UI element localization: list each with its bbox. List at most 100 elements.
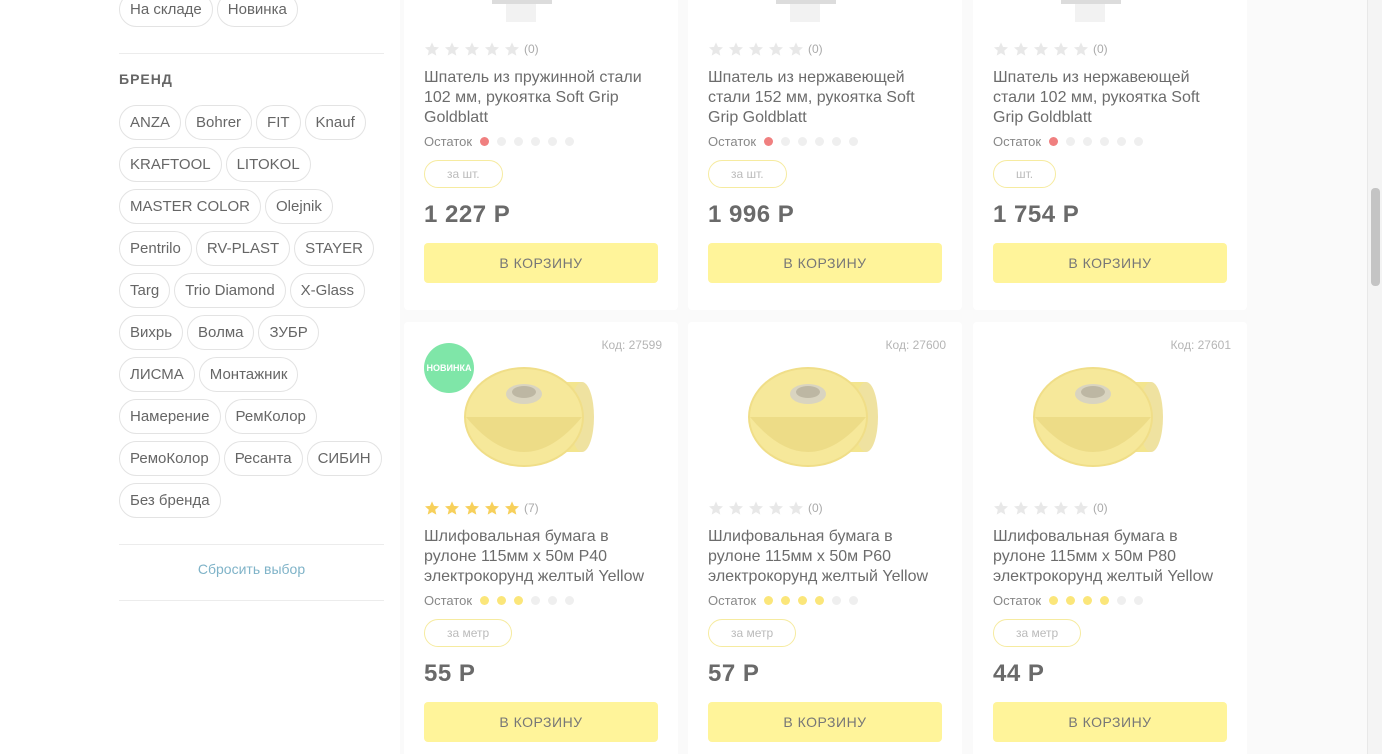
product-title[interactable]: Шлифовальная бумага в рулоне 115мм х 50м… (708, 527, 942, 587)
product-card[interactable]: (0) Шпатель из нержавеющей стали 152 мм, … (688, 0, 962, 310)
product-price: 44 Р (993, 660, 1045, 687)
product-title[interactable]: Шпатель из нержавеющей стали 152 мм, рук… (708, 68, 942, 128)
star-icon (993, 41, 1009, 57)
add-to-cart-button[interactable]: В КОРЗИНУ (993, 702, 1227, 742)
star-icon (993, 500, 1009, 516)
product-title[interactable]: Шлифовальная бумага в рулоне 115мм х 50м… (993, 527, 1227, 587)
stock-dot (514, 595, 524, 605)
brand-chip[interactable]: RV-PLAST (195, 231, 291, 266)
scrollbar-thumb[interactable] (1371, 188, 1380, 286)
brand-chip[interactable]: Trio Diamond (174, 273, 286, 308)
stock-label: Остаток (708, 592, 757, 608)
divider (119, 600, 384, 601)
brand-chip[interactable]: Волма (187, 315, 255, 350)
stock-dot (781, 136, 791, 146)
stock-dot (849, 136, 859, 146)
brand-chip[interactable]: KRAFTOOL (119, 147, 222, 182)
filter-in-stock-chip[interactable]: На складе (119, 0, 213, 27)
star-icon (444, 41, 460, 57)
brand-filter-list: ANZA Bohrer FIT Knauf KRAFTOOL LITOKOL MASTER … (119, 105, 389, 525)
product-title[interactable]: Шлифовальная бумага в рулоне 115мм х 50м… (424, 527, 658, 587)
unit-selector[interactable]: шт. (993, 160, 1057, 188)
brand-chip[interactable]: РемоКолор (119, 441, 220, 476)
brand-chip[interactable]: Без бренда (119, 483, 221, 518)
brand-chip[interactable]: Монтажник (198, 357, 299, 392)
star-icon (708, 41, 724, 57)
star-icon (748, 500, 764, 516)
add-to-cart-button[interactable]: В КОРЗИНУ (708, 243, 942, 283)
filter-sidebar: На складе Новинка БРЕНД ANZA Bohrer FIT Knau… (0, 0, 400, 754)
product-image[interactable] (454, 0, 604, 30)
page-scrollbar[interactable] (1367, 0, 1382, 754)
star-icon (708, 500, 724, 516)
star-icon (788, 500, 804, 516)
brand-chip[interactable]: X-Glass (289, 273, 366, 308)
product-image[interactable] (454, 342, 604, 492)
stock-dot (514, 136, 524, 146)
add-to-cart-button[interactable]: В КОРЗИНУ (424, 702, 658, 742)
brand-chip[interactable]: Olejnik (265, 189, 333, 224)
stock-dot (1100, 595, 1110, 605)
brand-chip[interactable]: ANZA (119, 105, 182, 140)
product-image[interactable] (1023, 342, 1173, 492)
unit-selector[interactable]: за метр (708, 619, 797, 647)
divider (119, 544, 384, 545)
brand-chip[interactable]: ЛИСМА (119, 357, 195, 392)
review-count: (0) (1093, 501, 1108, 515)
unit-selector[interactable]: за шт. (424, 160, 503, 188)
add-to-cart-button[interactable]: В КОРЗИНУ (993, 243, 1227, 283)
stock-label: Остаток (708, 133, 757, 149)
stock-dot (480, 595, 490, 605)
product-price: 1 754 Р (993, 201, 1080, 228)
stock-dot (1066, 595, 1076, 605)
brand-chip[interactable]: Knauf (304, 105, 366, 140)
brand-chip[interactable]: LITOKOL (225, 147, 311, 182)
star-icon (504, 500, 520, 516)
stock-dot (531, 136, 541, 146)
reset-filters-link[interactable]: Сбросить выбор (119, 561, 384, 577)
brand-chip[interactable]: FIT (256, 105, 301, 140)
brand-filter-title: БРЕНД (119, 71, 173, 87)
brand-chip[interactable]: Bohrer (185, 105, 253, 140)
rating-stars: (7) (424, 500, 539, 516)
brand-chip[interactable]: ЗУБР (258, 315, 319, 350)
brand-chip[interactable]: Targ (119, 273, 171, 308)
product-code: Код: 27599 (601, 338, 662, 352)
star-icon (484, 500, 500, 516)
add-to-cart-button[interactable]: В КОРЗИНУ (424, 243, 658, 283)
brand-chip[interactable]: STAYER (294, 231, 374, 266)
product-image[interactable] (738, 342, 888, 492)
brand-chip[interactable]: РемКолор (224, 399, 317, 434)
brand-chip[interactable]: MASTER COLOR (119, 189, 262, 224)
stock-indicator: Остаток (424, 592, 575, 608)
product-title[interactable]: Шпатель из нержавеющей стали 102 мм, рук… (993, 68, 1227, 128)
unit-selector[interactable]: за шт. (708, 160, 787, 188)
unit-selector[interactable]: за метр (424, 619, 513, 647)
stock-indicator: Остаток (993, 592, 1144, 608)
star-icon (1013, 500, 1029, 516)
star-icon (768, 41, 784, 57)
filter-new-chip[interactable]: Новинка (216, 0, 298, 27)
star-icon (1033, 41, 1049, 57)
brand-chip[interactable]: Ресанта (223, 441, 303, 476)
unit-selector[interactable]: за метр (993, 619, 1082, 647)
star-icon (788, 41, 804, 57)
product-card[interactable]: (0) Шпатель из пружинной стали 102 мм, ру… (404, 0, 678, 310)
product-card[interactable]: Код: 27600 (0) Шлифовальная бумага в рулон… (688, 322, 962, 754)
catalog-page: На складе Новинка БРЕНД ANZA Bohrer FIT Knau… (0, 0, 1382, 754)
product-image[interactable] (738, 0, 888, 30)
star-icon (1053, 500, 1069, 516)
brand-chip[interactable]: Намерение (119, 399, 221, 434)
product-card[interactable]: (0) Шпатель из нержавеющей стали 102 мм, … (973, 0, 1247, 310)
rating-stars: (0) (993, 500, 1108, 516)
product-title[interactable]: Шпатель из пружинной стали 102 мм, рукоя… (424, 68, 658, 128)
product-image[interactable] (1023, 0, 1173, 30)
brand-chip[interactable]: СИБИН (306, 441, 382, 476)
product-card[interactable]: Код: 27601 (0) Шлифовальная бумага в рулон… (973, 322, 1247, 754)
product-card[interactable]: Код: 27599 НОВИНКА (7) Шлифовальная бумага … (404, 322, 678, 754)
stock-dot (1066, 136, 1076, 146)
brand-chip[interactable]: Pentrilo (119, 231, 192, 266)
brand-chip[interactable]: Вихрь (119, 315, 184, 350)
stock-dot (1083, 595, 1093, 605)
add-to-cart-button[interactable]: В КОРЗИНУ (708, 702, 942, 742)
